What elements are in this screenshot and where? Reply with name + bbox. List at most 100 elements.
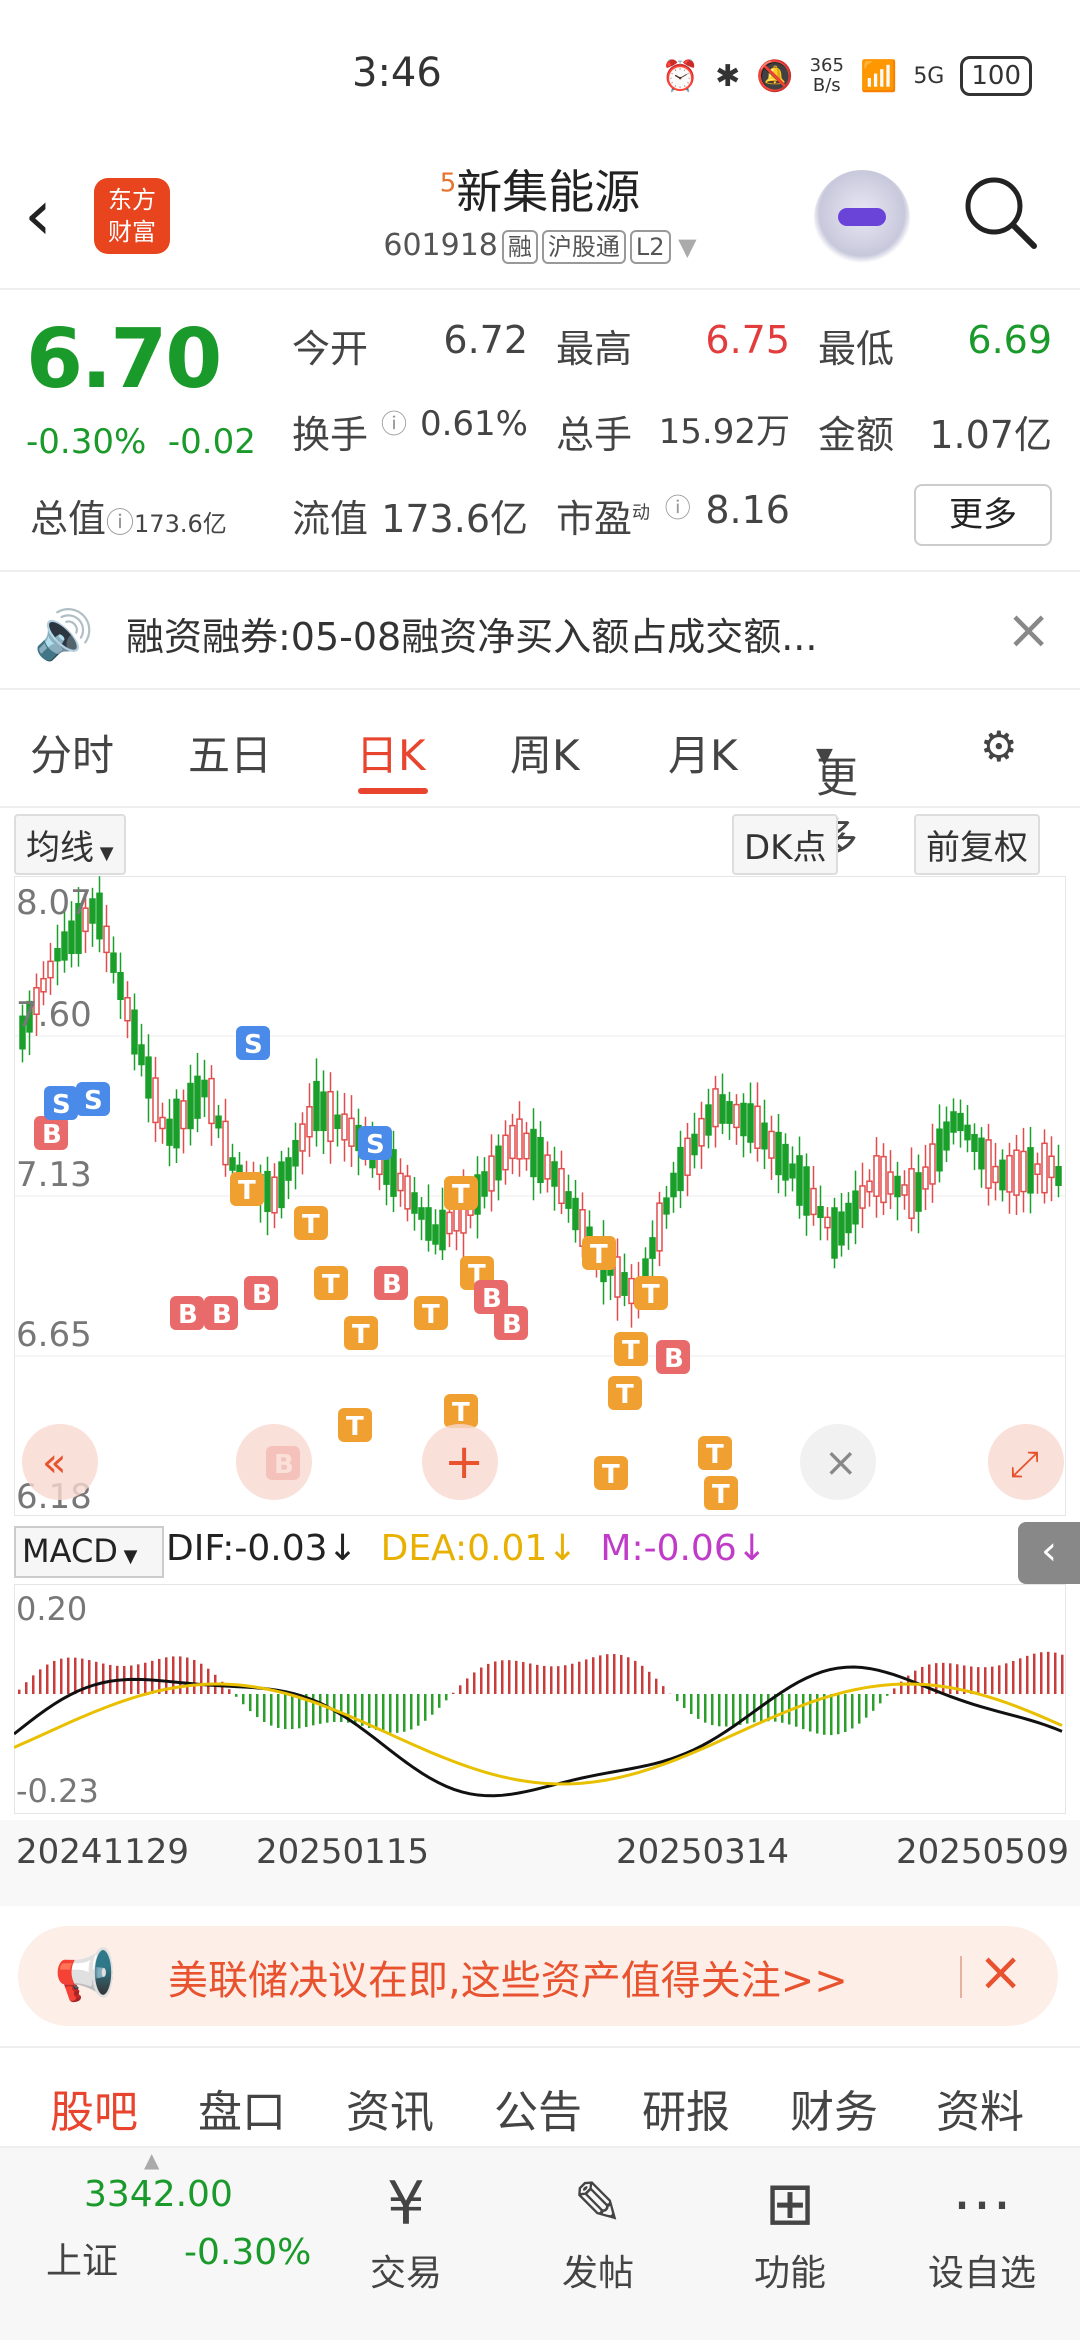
candle-body	[495, 1145, 502, 1181]
nav-trade[interactable]: ¥ 交易	[346, 2164, 466, 2296]
candle-body	[705, 1104, 712, 1136]
tab-profile[interactable]: 资料	[936, 2076, 1024, 2140]
candle-body	[782, 1143, 789, 1181]
candle-body	[1006, 1154, 1013, 1193]
kline-chart[interactable]: BSSSSBBBTTTTBTTTBBTTTBTTTTBTT 8.07 7.60 …	[14, 876, 1066, 1516]
candle-body	[271, 1176, 278, 1214]
macd-histogram-bar	[424, 1694, 427, 1721]
tab-news[interactable]: 资讯	[346, 2076, 434, 2140]
gear-icon[interactable]: ⚙	[980, 722, 1018, 771]
nav-add-watchlist[interactable]: ⋯ 设自选	[922, 2164, 1042, 2296]
candle-body	[54, 947, 61, 962]
candle-body	[684, 1137, 691, 1176]
candle-body	[873, 1155, 880, 1197]
candle-body	[565, 1191, 572, 1209]
tab-daily[interactable]: 日K	[356, 722, 426, 783]
dif-value: DIF:-0.03↓	[166, 1528, 358, 1569]
candle-body	[677, 1146, 684, 1192]
tab-announcements[interactable]: 公告	[494, 2076, 582, 2140]
macd-histogram-bar	[823, 1694, 826, 1735]
notice-text[interactable]: 融资融券:05-08融资净买入额占成交额...	[126, 606, 817, 661]
promo-banner[interactable]: 📢 美联储决议在即,这些资产值得关注>> ×	[18, 1926, 1058, 2026]
candle-body	[901, 1184, 908, 1196]
battery-indicator: 100	[960, 56, 1032, 96]
macd-histogram-bar	[809, 1694, 812, 1732]
tab-research[interactable]: 研报	[642, 2076, 730, 2140]
macd-histogram-bar	[235, 1694, 238, 1697]
b-marker-button[interactable]	[236, 1424, 312, 1500]
macd-histogram-bar	[683, 1694, 686, 1708]
close-icon[interactable]: ×	[1006, 598, 1051, 661]
candle-body	[992, 1165, 999, 1184]
tab-financials[interactable]: 财务	[790, 2076, 878, 2140]
more-button[interactable]: 更多	[914, 484, 1052, 546]
macd-histogram-bar	[585, 1659, 588, 1694]
candle-body	[894, 1175, 901, 1198]
candle-body	[852, 1190, 859, 1225]
add-indicator-icon[interactable]: +	[422, 1424, 498, 1500]
promo-text[interactable]: 美联储决议在即,这些资产值得关注>>	[168, 1948, 848, 2006]
trade-marker-letter: S	[366, 1130, 385, 1160]
candle-body	[117, 972, 124, 1000]
candle-body	[61, 931, 68, 961]
grid-icon: ⊞	[764, 2169, 816, 2239]
close-icon[interactable]: ×	[978, 1940, 1023, 2003]
macd-histogram-bar	[613, 1654, 616, 1694]
tab-orderbook[interactable]: 盘口	[198, 2076, 286, 2140]
macd-histogram-bar	[53, 1660, 56, 1694]
candle-body	[411, 1192, 418, 1214]
candle-body	[292, 1139, 299, 1167]
search-icon[interactable]	[960, 172, 1040, 252]
macd-histogram-bar	[942, 1662, 945, 1694]
candle-body	[642, 1258, 649, 1280]
tab-intraday[interactable]: 分时	[30, 722, 114, 783]
info-icon[interactable]: ⓘ	[106, 506, 134, 539]
collapse-icon[interactable]: ‹	[1018, 1522, 1080, 1584]
macd-histogram-bar	[60, 1658, 63, 1694]
candle-body	[1041, 1142, 1048, 1194]
tab-monthly[interactable]: 月K	[668, 722, 738, 783]
notice-bar[interactable]: 🔊 融资融券:05-08融资净买入额占成交额... ×	[0, 572, 1080, 690]
index-change[interactable]: -0.30%	[184, 2232, 311, 2273]
nav-functions[interactable]: ⊞ 功能	[730, 2164, 850, 2296]
candle-body	[530, 1128, 537, 1178]
trade-marker-letter: B	[664, 1344, 684, 1374]
index-value[interactable]: 3342.00	[84, 2174, 233, 2215]
trade-marker-letter: T	[322, 1270, 340, 1300]
macd-histogram-bar	[1047, 1651, 1050, 1694]
macd-header: MACD ▼ DIF:-0.03↓ DEA:0.01↓ M:-0.06↓ ‹	[14, 1522, 1080, 1584]
stock-subtitle[interactable]: 601918 融沪股通 L2 ▼	[0, 228, 1080, 264]
candle-body	[96, 892, 103, 940]
candle-body	[110, 952, 117, 973]
macd-histogram-bar	[1061, 1654, 1064, 1694]
macd-histogram-bar	[18, 1689, 21, 1694]
index-name[interactable]: 上证	[46, 2232, 118, 2284]
tab-weekly[interactable]: 周K	[510, 722, 580, 783]
tag-margin: 融	[501, 230, 538, 264]
tab-forum[interactable]: 股吧	[50, 2076, 138, 2140]
macd-selector[interactable]: MACD ▼	[14, 1526, 164, 1578]
tag-l2: L2	[629, 230, 671, 264]
adjust-selector[interactable]: 前复权	[914, 814, 1040, 875]
candle-body	[796, 1155, 803, 1206]
svg-text:⤢: ⤢	[1010, 1444, 1039, 1485]
assistant-avatar[interactable]	[814, 170, 910, 266]
scroll-left-icon[interactable]: «	[22, 1424, 98, 1500]
open-cell: 今开 6.72	[292, 318, 528, 371]
turnover-cell: 换手 ⓘ 0.61%	[292, 404, 528, 457]
fullscreen-icon[interactable]: ⤢	[988, 1424, 1064, 1500]
tab-five-day[interactable]: 五日	[188, 722, 272, 783]
status-time: 3:46	[352, 50, 442, 96]
candle-body	[670, 1172, 677, 1198]
candle-body	[558, 1167, 565, 1205]
dk-selector[interactable]: DK点	[732, 814, 839, 875]
macd-histogram-bar	[501, 1660, 504, 1694]
ma-selector[interactable]: 均线 ▼	[14, 814, 126, 875]
candle-body	[152, 1077, 159, 1124]
macd-histogram-bar	[1005, 1663, 1008, 1694]
macd-histogram-bar	[256, 1694, 259, 1718]
nav-post[interactable]: ✎ 发帖	[538, 2164, 658, 2296]
candle-body	[348, 1117, 355, 1147]
candle-body	[390, 1149, 397, 1197]
close-drawing-icon[interactable]: ×	[800, 1424, 876, 1500]
